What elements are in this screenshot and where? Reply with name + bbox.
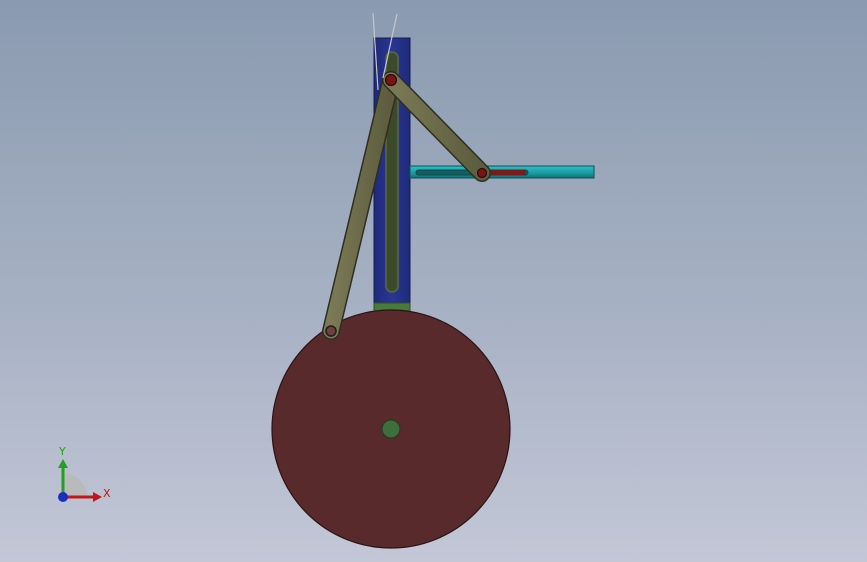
disk-link-pin — [325, 325, 337, 337]
axis-y-label: Y — [58, 445, 66, 458]
mechanism-model[interactable]: Y X — [0, 0, 867, 562]
axis-x-label: X — [103, 487, 111, 500]
3d-viewport[interactable]: Y X — [0, 0, 867, 562]
triad-arc — [63, 473, 87, 497]
rail-link-pin — [476, 167, 488, 179]
top-pin — [384, 73, 398, 87]
disk-center-pin — [381, 419, 401, 439]
axis-triad: Y X — [58, 445, 111, 502]
